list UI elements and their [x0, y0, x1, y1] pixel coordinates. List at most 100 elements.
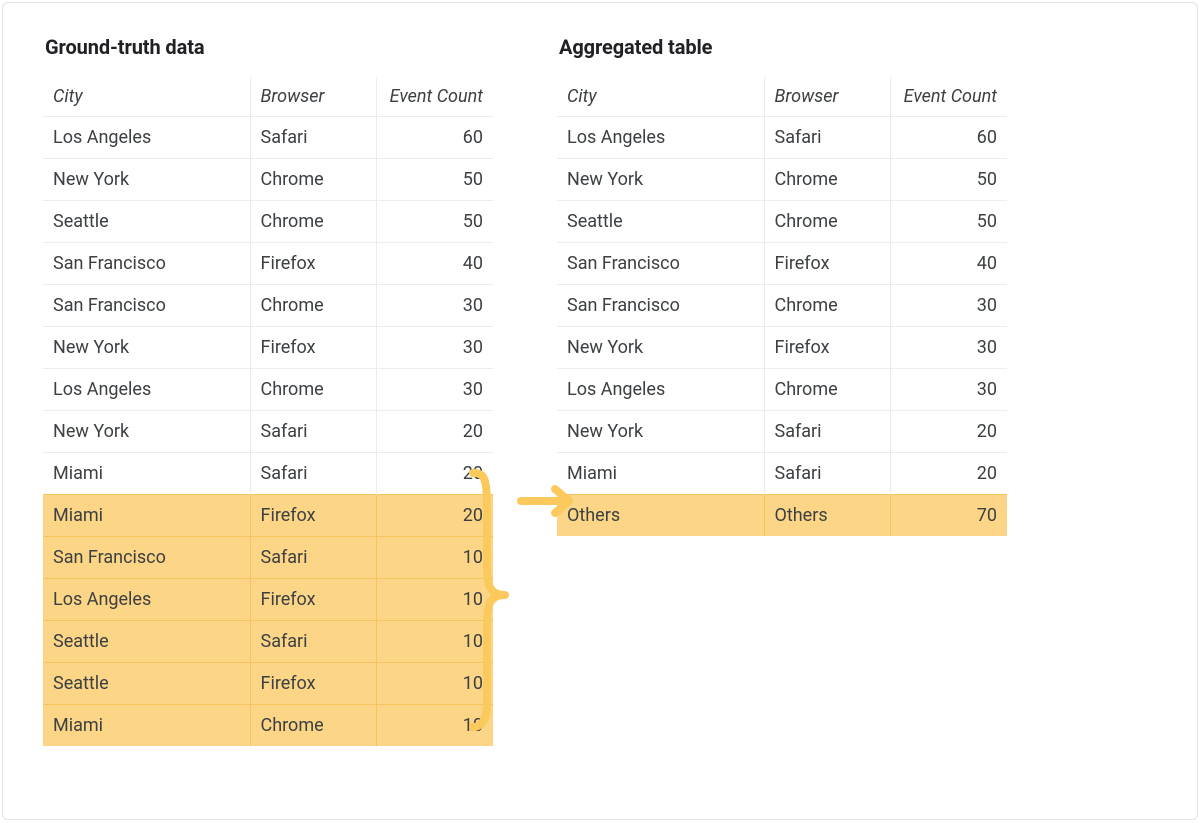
cell-browser: Firefox: [250, 494, 376, 536]
col-header-count: Event Count: [376, 77, 493, 116]
cell-browser: Chrome: [250, 704, 376, 746]
columns: Ground-truth data City Browser Event Cou…: [43, 35, 1157, 746]
table-row: MiamiChrome10: [43, 704, 493, 746]
col-header-city: City: [43, 77, 250, 116]
cell-count: 30: [890, 326, 1007, 368]
table-row: New YorkChrome50: [557, 158, 1007, 200]
cell-city: Seattle: [43, 620, 250, 662]
table-row: New YorkSafari20: [43, 410, 493, 452]
cell-city: Others: [557, 494, 764, 536]
table-row: San FranciscoFirefox40: [557, 242, 1007, 284]
cell-city: Miami: [557, 452, 764, 494]
table-row: MiamiSafari20: [557, 452, 1007, 494]
table-row: SeattleChrome50: [557, 200, 1007, 242]
cell-city: New York: [557, 410, 764, 452]
cell-count: 60: [890, 116, 1007, 158]
cell-browser: Chrome: [764, 158, 890, 200]
cell-browser: Firefox: [250, 242, 376, 284]
aggregated-table: City Browser Event Count Los AngelesSafa…: [557, 77, 1007, 536]
cell-count: 20: [376, 452, 493, 494]
table-row: New YorkFirefox30: [43, 326, 493, 368]
cell-city: New York: [43, 326, 250, 368]
table-row: San FranciscoSafari10: [43, 536, 493, 578]
table-header-row: City Browser Event Count: [557, 77, 1007, 116]
cell-city: San Francisco: [43, 284, 250, 326]
cell-count: 50: [890, 158, 1007, 200]
table-row: SeattleSafari10: [43, 620, 493, 662]
cell-browser: Firefox: [250, 326, 376, 368]
cell-browser: Safari: [764, 410, 890, 452]
ground-truth-tbody: Los AngelesSafari60New YorkChrome50Seatt…: [43, 116, 493, 746]
cell-count: 10: [376, 536, 493, 578]
cell-count: 30: [890, 368, 1007, 410]
cell-count: 50: [376, 200, 493, 242]
cell-city: San Francisco: [43, 242, 250, 284]
cell-count: 40: [890, 242, 1007, 284]
table-row: Los AngelesFirefox10: [43, 578, 493, 620]
col-header-browser: Browser: [250, 77, 376, 116]
table-row: New YorkChrome50: [43, 158, 493, 200]
ground-truth-panel: Ground-truth data City Browser Event Cou…: [43, 35, 493, 746]
table-row: New YorkSafari20: [557, 410, 1007, 452]
cell-count: 20: [890, 410, 1007, 452]
cell-city: New York: [43, 158, 250, 200]
cell-browser: Chrome: [250, 368, 376, 410]
table-row: New YorkFirefox30: [557, 326, 1007, 368]
table-row: San FranciscoChrome30: [43, 284, 493, 326]
cell-count: 20: [376, 410, 493, 452]
cell-browser: Chrome: [764, 368, 890, 410]
cell-browser: Chrome: [764, 200, 890, 242]
table-row: SeattleFirefox10: [43, 662, 493, 704]
cell-browser: Safari: [250, 452, 376, 494]
cell-browser: Firefox: [250, 578, 376, 620]
table-row: San FranciscoFirefox40: [43, 242, 493, 284]
aggregated-tbody: Los AngelesSafari60New YorkChrome50Seatt…: [557, 116, 1007, 536]
cell-count: 70: [890, 494, 1007, 536]
cell-city: New York: [43, 410, 250, 452]
cell-count: 10: [376, 704, 493, 746]
cell-count: 30: [376, 326, 493, 368]
cell-city: New York: [557, 158, 764, 200]
table-row: San FranciscoChrome30: [557, 284, 1007, 326]
table-row: OthersOthers70: [557, 494, 1007, 536]
cell-count: 50: [890, 200, 1007, 242]
cell-city: San Francisco: [557, 242, 764, 284]
cell-count: 40: [376, 242, 493, 284]
cell-count: 60: [376, 116, 493, 158]
cell-city: Miami: [43, 452, 250, 494]
table-row: SeattleChrome50: [43, 200, 493, 242]
cell-city: New York: [557, 326, 764, 368]
cell-browser: Safari: [250, 410, 376, 452]
cell-city: Seattle: [43, 662, 250, 704]
cell-count: 10: [376, 620, 493, 662]
cell-browser: Safari: [764, 116, 890, 158]
cell-browser: Firefox: [764, 326, 890, 368]
cell-city: Los Angeles: [557, 116, 764, 158]
aggregated-panel: Aggregated table City Browser Event Coun…: [557, 35, 1007, 536]
cell-browser: Chrome: [250, 200, 376, 242]
cell-browser: Chrome: [250, 158, 376, 200]
aggregated-title: Aggregated table: [559, 35, 1007, 59]
table-row: MiamiFirefox20: [43, 494, 493, 536]
cell-count: 30: [376, 368, 493, 410]
cell-city: Miami: [43, 704, 250, 746]
cell-count: 30: [376, 284, 493, 326]
cell-city: Los Angeles: [43, 368, 250, 410]
cell-browser: Firefox: [764, 242, 890, 284]
cell-city: San Francisco: [43, 536, 250, 578]
table-row: Los AngelesSafari60: [43, 116, 493, 158]
table-row: Los AngelesChrome30: [43, 368, 493, 410]
ground-truth-table: City Browser Event Count Los AngelesSafa…: [43, 77, 493, 746]
cell-count: 20: [890, 452, 1007, 494]
cell-city: San Francisco: [557, 284, 764, 326]
col-header-city: City: [557, 77, 764, 116]
cell-city: Los Angeles: [43, 578, 250, 620]
cell-city: Miami: [43, 494, 250, 536]
cell-city: Los Angeles: [557, 368, 764, 410]
diagram-frame: Ground-truth data City Browser Event Cou…: [2, 2, 1198, 820]
cell-browser: Firefox: [250, 662, 376, 704]
col-header-count: Event Count: [890, 77, 1007, 116]
cell-count: 10: [376, 662, 493, 704]
cell-city: Los Angeles: [43, 116, 250, 158]
col-header-browser: Browser: [764, 77, 890, 116]
